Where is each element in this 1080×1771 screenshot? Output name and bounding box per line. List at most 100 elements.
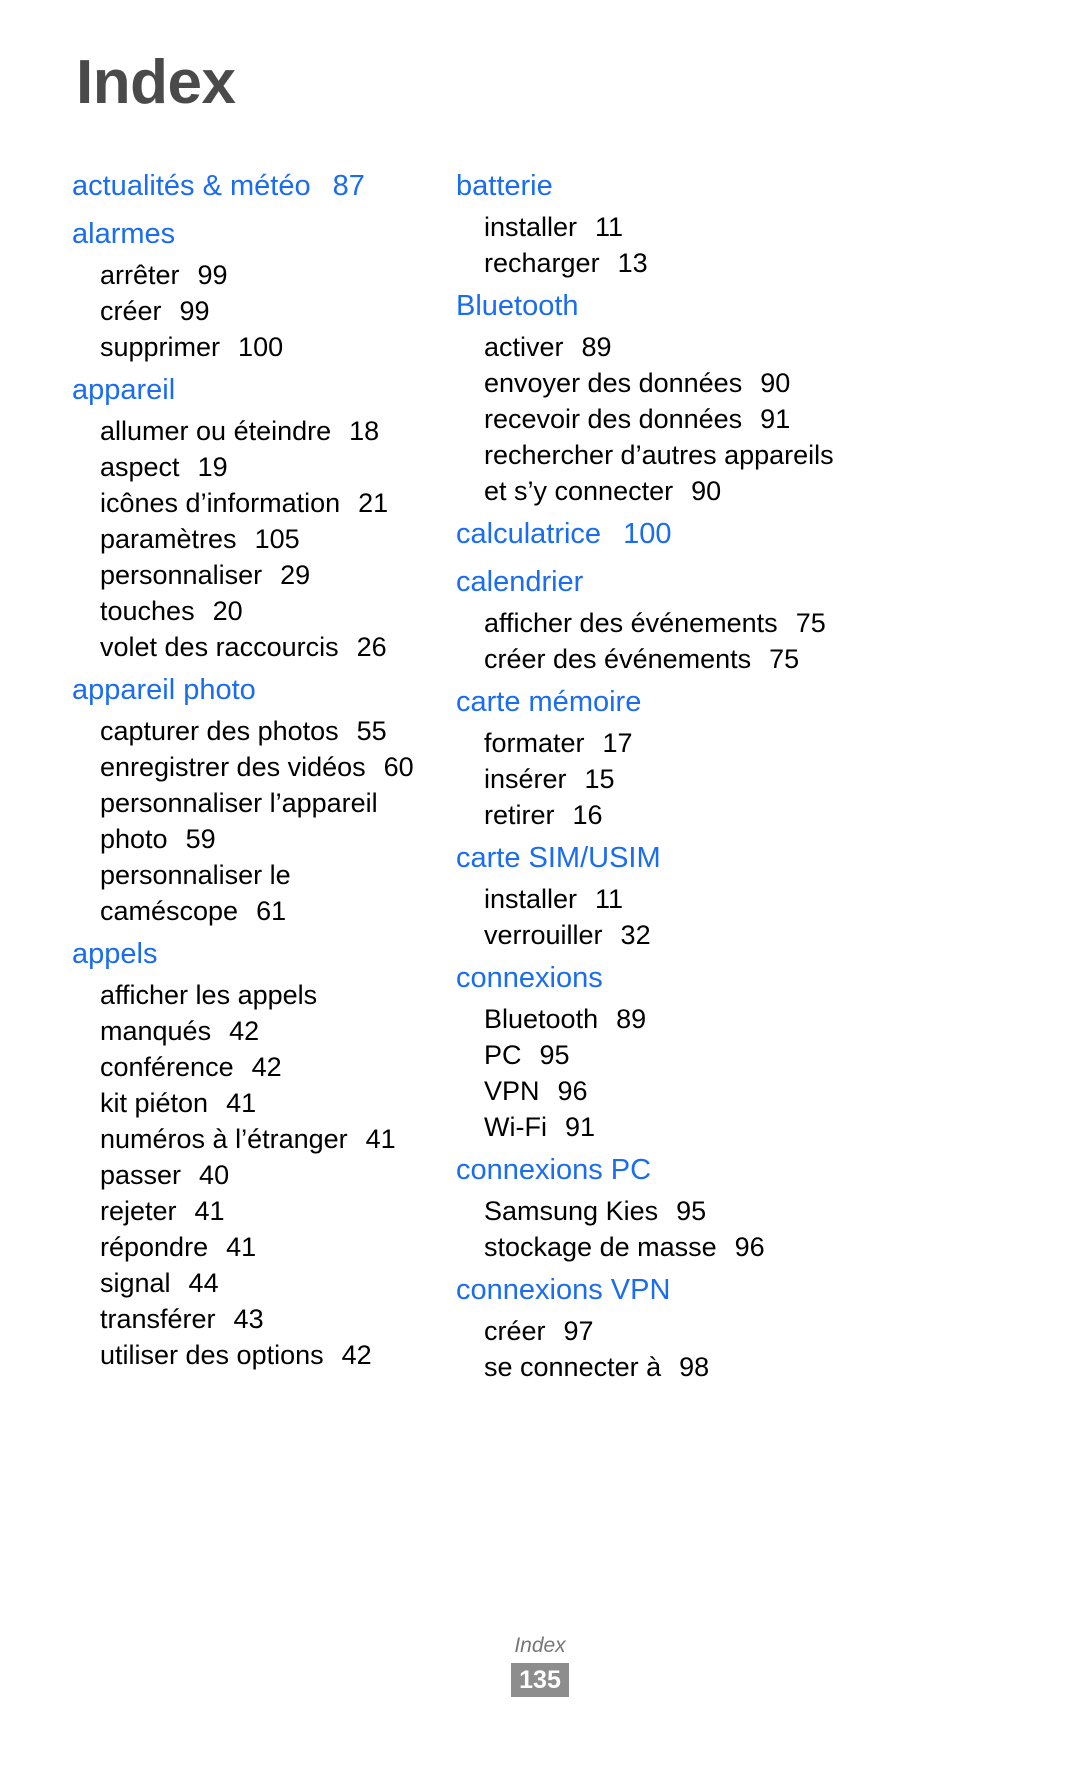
index-subentry[interactable]: photo 59 (72, 821, 430, 857)
index-subentry[interactable]: capturer des photos 55 (72, 713, 430, 749)
index-subentry[interactable]: afficher des événements 75 (456, 605, 990, 641)
page-title: Index (76, 48, 236, 117)
index-subentry[interactable]: rechercher d’autres appareils (456, 437, 990, 473)
index-heading[interactable]: alarmes (72, 211, 430, 257)
index-column-right: batterie installer 11 recharger 13 Bluetooth a… (430, 163, 990, 1387)
index-subentry[interactable]: créer des événements 75 (456, 641, 990, 677)
index-subentry[interactable]: installer 11 (456, 209, 990, 245)
index-subentry[interactable]: Samsung Kies 95 (456, 1193, 990, 1229)
index-subentry[interactable]: afficher les appels (72, 977, 430, 1013)
index-heading[interactable]: calendrier (456, 559, 990, 605)
index-subentry-label: utiliser des options (100, 1340, 324, 1370)
index-subentry-label: afficher des événements (484, 608, 778, 638)
index-subentry[interactable]: verrouiller 32 (456, 917, 990, 953)
index-subentry[interactable]: numéros à l’étranger 41 (72, 1121, 430, 1157)
index-subentry[interactable]: créer 99 (72, 293, 430, 329)
index-heading[interactable]: connexions (456, 955, 990, 1001)
index-subentry[interactable]: personnaliser 29 (72, 557, 430, 593)
index-heading-label: carte SIM/USIM (456, 842, 661, 874)
index-subentry[interactable]: insérer 15 (456, 761, 990, 797)
index-subentry-page: 15 (584, 764, 615, 794)
index-subentry-label: PC (484, 1040, 522, 1070)
index-subentry-list: créer 97 se connecter à 98 (456, 1313, 990, 1385)
index-subentry-label: se connecter à (484, 1352, 662, 1382)
index-columns: actualités & météo 87 alarmes arrêter 99 crée… (0, 163, 1080, 1387)
index-subentry-label: personnaliser l’appareil (100, 788, 378, 818)
index-heading[interactable]: Bluetooth (456, 283, 990, 329)
index-subentry[interactable]: utiliser des options 42 (72, 1337, 430, 1373)
index-subentry[interactable]: activer 89 (456, 329, 990, 365)
index-heading-label: connexions VPN (456, 1274, 671, 1306)
index-subentry[interactable]: VPN 96 (456, 1073, 990, 1109)
index-subentry[interactable]: volet des raccourcis 26 (72, 629, 430, 665)
index-subentry[interactable]: icônes d’information 21 (72, 485, 430, 521)
index-subentry-label: touches (100, 596, 195, 626)
index-subentry-page: 41 (226, 1232, 257, 1262)
index-subentry[interactable]: rejeter 41 (72, 1193, 430, 1229)
index-subentry-page: 41 (365, 1124, 396, 1154)
index-subentry-page: 18 (349, 416, 380, 446)
index-subentry[interactable]: aspect 19 (72, 449, 430, 485)
index-subentry[interactable]: paramètres 105 (72, 521, 430, 557)
index-heading[interactable]: appareil (72, 367, 430, 413)
index-subentry-list: activer 89 envoyer des données 90 recevoir d… (456, 329, 990, 509)
index-subentry-page: 97 (563, 1316, 594, 1346)
index-heading[interactable]: batterie (456, 163, 990, 209)
index-heading[interactable]: carte mémoire (456, 679, 990, 725)
index-subentry[interactable]: se connecter à 98 (456, 1349, 990, 1385)
index-subentry[interactable]: créer 97 (456, 1313, 990, 1349)
index-subentry-page: 89 (616, 1004, 647, 1034)
index-subentry-list: afficher les appels manqués 42 conférence 42… (72, 977, 430, 1373)
index-subentry[interactable]: manqués 42 (72, 1013, 430, 1049)
index-subentry-label: créer (484, 1316, 546, 1346)
index-subentry-page: 42 (341, 1340, 372, 1370)
index-subentry[interactable]: stockage de masse 96 (456, 1229, 990, 1265)
index-subentry-label: personnaliser le (100, 860, 291, 890)
index-subentry[interactable]: arrêter 99 (72, 257, 430, 293)
index-heading[interactable]: connexions PC (456, 1147, 990, 1193)
index-subentry[interactable]: PC 95 (456, 1037, 990, 1073)
index-heading[interactable]: connexions VPN (456, 1267, 990, 1313)
index-subentry-page: 90 (760, 368, 791, 398)
index-subentry[interactable]: touches 20 (72, 593, 430, 629)
index-heading[interactable]: calculatrice 100 (456, 511, 990, 557)
index-subentry[interactable]: installer 11 (456, 881, 990, 917)
index-subentry-page: 42 (229, 1016, 260, 1046)
index-subentry[interactable]: recharger 13 (456, 245, 990, 281)
index-heading-label: alarmes (72, 218, 176, 250)
index-subentry[interactable]: répondre 41 (72, 1229, 430, 1265)
index-subentry[interactable]: personnaliser le (72, 857, 430, 893)
index-subentry[interactable]: kit piéton 41 (72, 1085, 430, 1121)
index-subentry[interactable]: retirer 16 (456, 797, 990, 833)
index-subentry[interactable]: conférence 42 (72, 1049, 430, 1085)
index-subentry-page: 100 (238, 332, 284, 362)
index-subentry[interactable]: transférer 43 (72, 1301, 430, 1337)
index-heading-label: calculatrice (456, 518, 602, 550)
index-subentry[interactable]: et s’y connecter 90 (456, 473, 990, 509)
index-subentry[interactable]: personnaliser l’appareil (72, 785, 430, 821)
index-subentry[interactable]: allumer ou éteindre 18 (72, 413, 430, 449)
index-subentry[interactable]: Bluetooth 89 (456, 1001, 990, 1037)
index-subentry-label: verrouiller (484, 920, 603, 950)
index-entry-group: batterie installer 11 recharger 13 (456, 163, 990, 281)
index-subentry[interactable]: supprimer 100 (72, 329, 430, 365)
index-subentry[interactable]: recevoir des données 91 (456, 401, 990, 437)
index-subentry[interactable]: signal 44 (72, 1265, 430, 1301)
index-heading[interactable]: carte SIM/USIM (456, 835, 990, 881)
index-heading[interactable]: appareil photo (72, 667, 430, 713)
index-subentry[interactable]: envoyer des données 90 (456, 365, 990, 401)
index-heading-label: calendrier (456, 566, 584, 598)
index-subentry[interactable]: enregistrer des vidéos 60 (72, 749, 430, 785)
index-subentry-label: aspect (100, 452, 180, 482)
index-subentry[interactable]: passer 40 (72, 1157, 430, 1193)
index-heading[interactable]: actualités & météo 87 (72, 163, 430, 209)
index-subentry-page: 41 (226, 1088, 257, 1118)
index-heading-label: appareil (72, 374, 176, 406)
index-heading[interactable]: appels (72, 931, 430, 977)
index-subentry[interactable]: formater 17 (456, 725, 990, 761)
index-subentry[interactable]: Wi-Fi 91 (456, 1109, 990, 1145)
index-subentry[interactable]: caméscope 61 (72, 893, 430, 929)
index-subentry-label: arrêter (100, 260, 180, 290)
index-subentry-page: 95 (676, 1196, 707, 1226)
index-subentry-page: 40 (199, 1160, 230, 1190)
